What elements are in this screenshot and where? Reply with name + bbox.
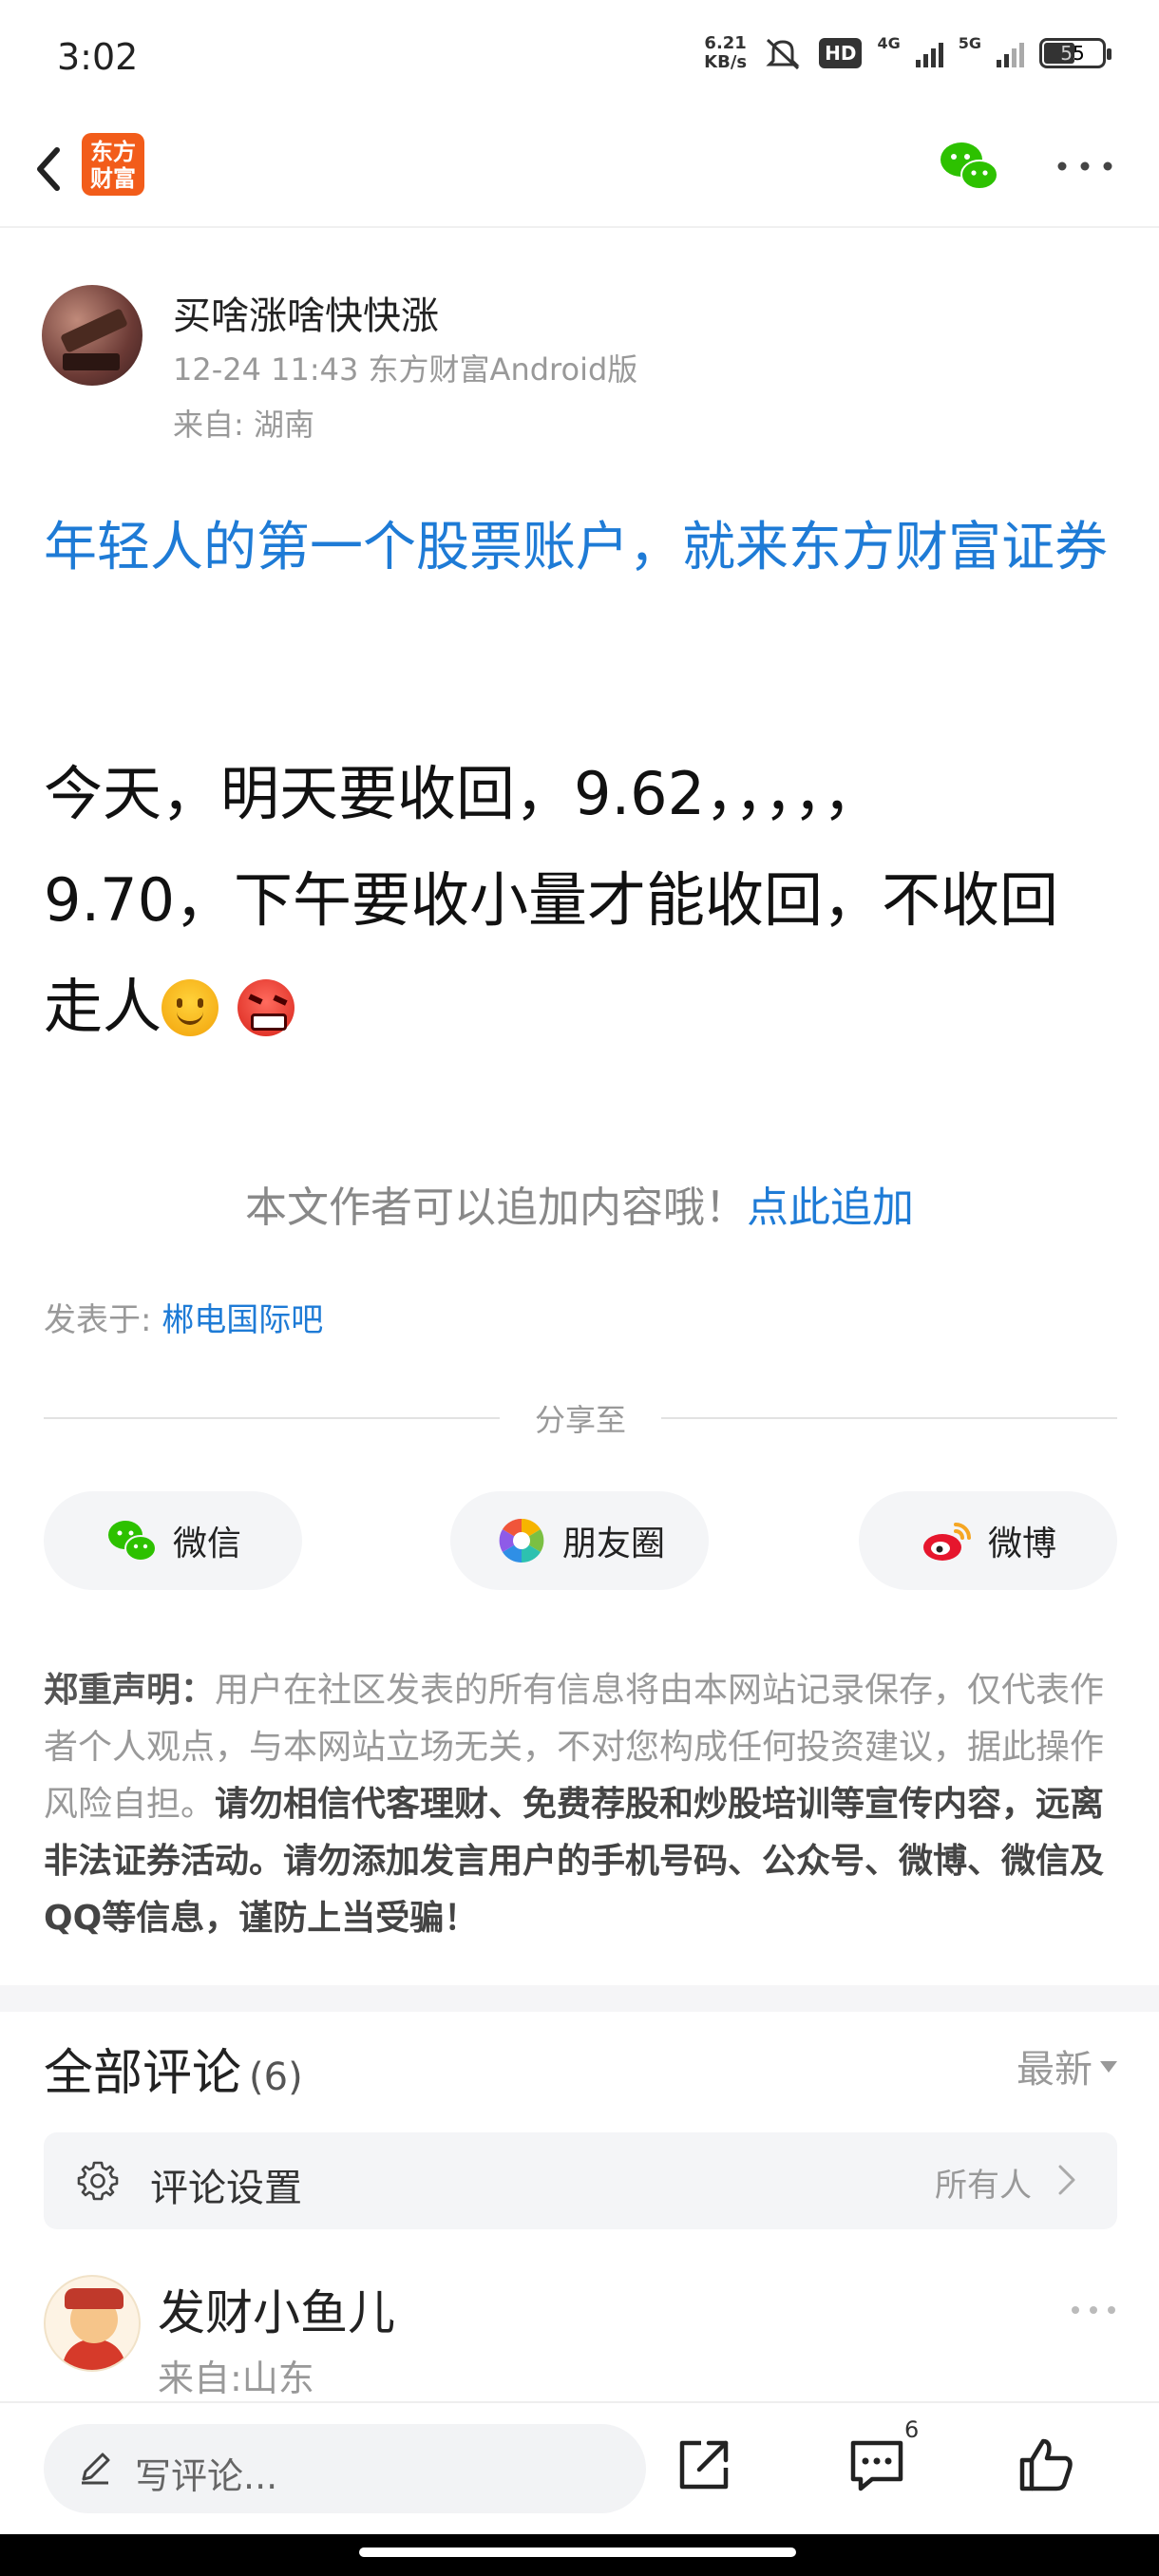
append-link[interactable]: 点此追加: [747, 1184, 914, 1232]
comments-title: 全部评论: [44, 2045, 242, 2102]
network-speed: 6.21 KB/s: [704, 34, 747, 72]
network-speed-value: 6.21: [704, 33, 747, 53]
bottom-action-bar: 写评论... 6: [0, 2401, 1159, 2534]
app-logo: 东方 财富: [82, 133, 144, 196]
navigation-bar: [0, 2534, 1159, 2576]
content-line: 今天，明天要收回，9.62，，，，，: [44, 759, 883, 828]
smile-emoji-icon: [162, 979, 219, 1036]
sim1-label: 4G: [877, 34, 901, 52]
comment-item: 发财小鱼儿 来自:山东: [44, 2275, 1117, 2399]
write-comment-input[interactable]: 写评论...: [44, 2424, 646, 2513]
post-meta: 12-24 11:43 东方财富Android版: [173, 351, 638, 388]
comments-count: (6): [249, 2055, 303, 2099]
share-divider: 分享至: [44, 1396, 1117, 1444]
comments-header: 全部评论 (6) 最新: [44, 2033, 1117, 2109]
sim2-label: 5G: [958, 34, 981, 52]
author-name[interactable]: 买啥涨啥快快涨: [173, 285, 439, 340]
append-prompt: 本文作者可以追加内容哦！点此追加: [0, 1173, 1159, 1234]
signal-bars-icon: [997, 39, 1024, 67]
comment-more-icon[interactable]: [1070, 2303, 1117, 2317]
thumbs-up-icon[interactable]: [1015, 2434, 1077, 2496]
share-wechat-button[interactable]: 微信: [44, 1491, 302, 1590]
content-line: 9.70，下午要收小量才能收回，不收回: [44, 865, 1059, 935]
logo-line1: 东方: [90, 139, 136, 165]
status-bar: 3:02 6.21 KB/s HD 4G 5G 55: [0, 0, 1159, 114]
posted-in: 发表于: 郴电国际吧: [44, 1294, 323, 1340]
commenter-avatar[interactable]: [44, 2275, 141, 2372]
dropdown-triangle-icon: [1100, 2061, 1117, 2073]
promo-title-link[interactable]: 年轻人的第一个股票账户，就来东方财富证券: [44, 508, 1127, 588]
comment-bubble-icon[interactable]: [846, 2434, 908, 2496]
share-moments-button[interactable]: 朋友圈: [450, 1491, 709, 1590]
signal-bars-icon: [915, 39, 943, 67]
content-line-last: 走人: [44, 954, 1127, 1060]
battery-level: 55: [1060, 42, 1085, 65]
logo-line2: 财富: [90, 165, 136, 192]
mute-bell-icon: [766, 38, 800, 70]
wechat-share-icon[interactable]: [936, 133, 1002, 199]
home-gesture-handle[interactable]: [359, 2548, 796, 2557]
angry-emoji-icon: [237, 979, 294, 1036]
write-comment-placeholder: 写评论...: [135, 2455, 278, 2497]
battery-icon: 55: [1039, 38, 1112, 68]
posted-in-label: 发表于:: [44, 1301, 162, 1339]
more-options-icon[interactable]: [1054, 157, 1115, 176]
author-avatar[interactable]: [42, 285, 142, 386]
commenter-location: 来自:山东: [158, 2358, 314, 2399]
disclaimer-head: 郑重声明：: [44, 1671, 216, 1710]
share-weibo-button[interactable]: 微博: [859, 1491, 1117, 1590]
commenter-name[interactable]: 发财小鱼儿: [158, 2275, 395, 2343]
share-wechat-label: 微信: [172, 1525, 241, 1563]
network-speed-unit: KB/s: [704, 52, 748, 72]
app-bar: 东方 财富: [0, 114, 1159, 228]
pen-icon: [82, 2453, 110, 2485]
comment-settings-value: 所有人: [935, 2167, 1032, 2205]
hd-badge: HD: [819, 38, 863, 68]
share-moments-label: 朋友圈: [561, 1525, 665, 1563]
back-arrow-icon[interactable]: [23, 135, 80, 201]
append-prompt-text: 本文作者可以追加内容哦！: [245, 1184, 747, 1232]
moments-icon: [499, 1518, 544, 1563]
weibo-icon: [922, 1523, 971, 1561]
share-icon[interactable]: [673, 2434, 735, 2496]
share-weibo-label: 微博: [987, 1525, 1056, 1563]
status-icons: 6.21 KB/s HD 4G 5G 55: [704, 34, 1112, 72]
comment-count-badge: 6: [904, 2416, 920, 2443]
comment-settings-row[interactable]: 评论设置 所有人: [44, 2132, 1117, 2229]
post-location: 来自: 湖南: [173, 407, 314, 443]
gear-icon: [77, 2161, 119, 2201]
sort-label: 最新: [1016, 2048, 1092, 2092]
status-time: 3:02: [57, 36, 139, 78]
post-content: 今天，明天要收回，9.62，，，，， 9.70，下午要收小量才能收回，不收回 走…: [44, 741, 1127, 1060]
comment-settings-label: 评论设置: [150, 2167, 302, 2210]
comments-sort-dropdown[interactable]: 最新: [1016, 2038, 1117, 2093]
disclaimer: 郑重声明：用户在社区发表的所有信息将由本网站记录保存，仅代表作者个人观点，与本网…: [44, 1662, 1117, 1947]
stock-bar-link[interactable]: 郴电国际吧: [162, 1301, 323, 1339]
wechat-icon: [107, 1521, 157, 1562]
section-divider: [0, 1985, 1159, 2012]
chevron-right-icon: [1058, 2165, 1075, 2195]
content-line: 走人: [44, 972, 162, 1041]
